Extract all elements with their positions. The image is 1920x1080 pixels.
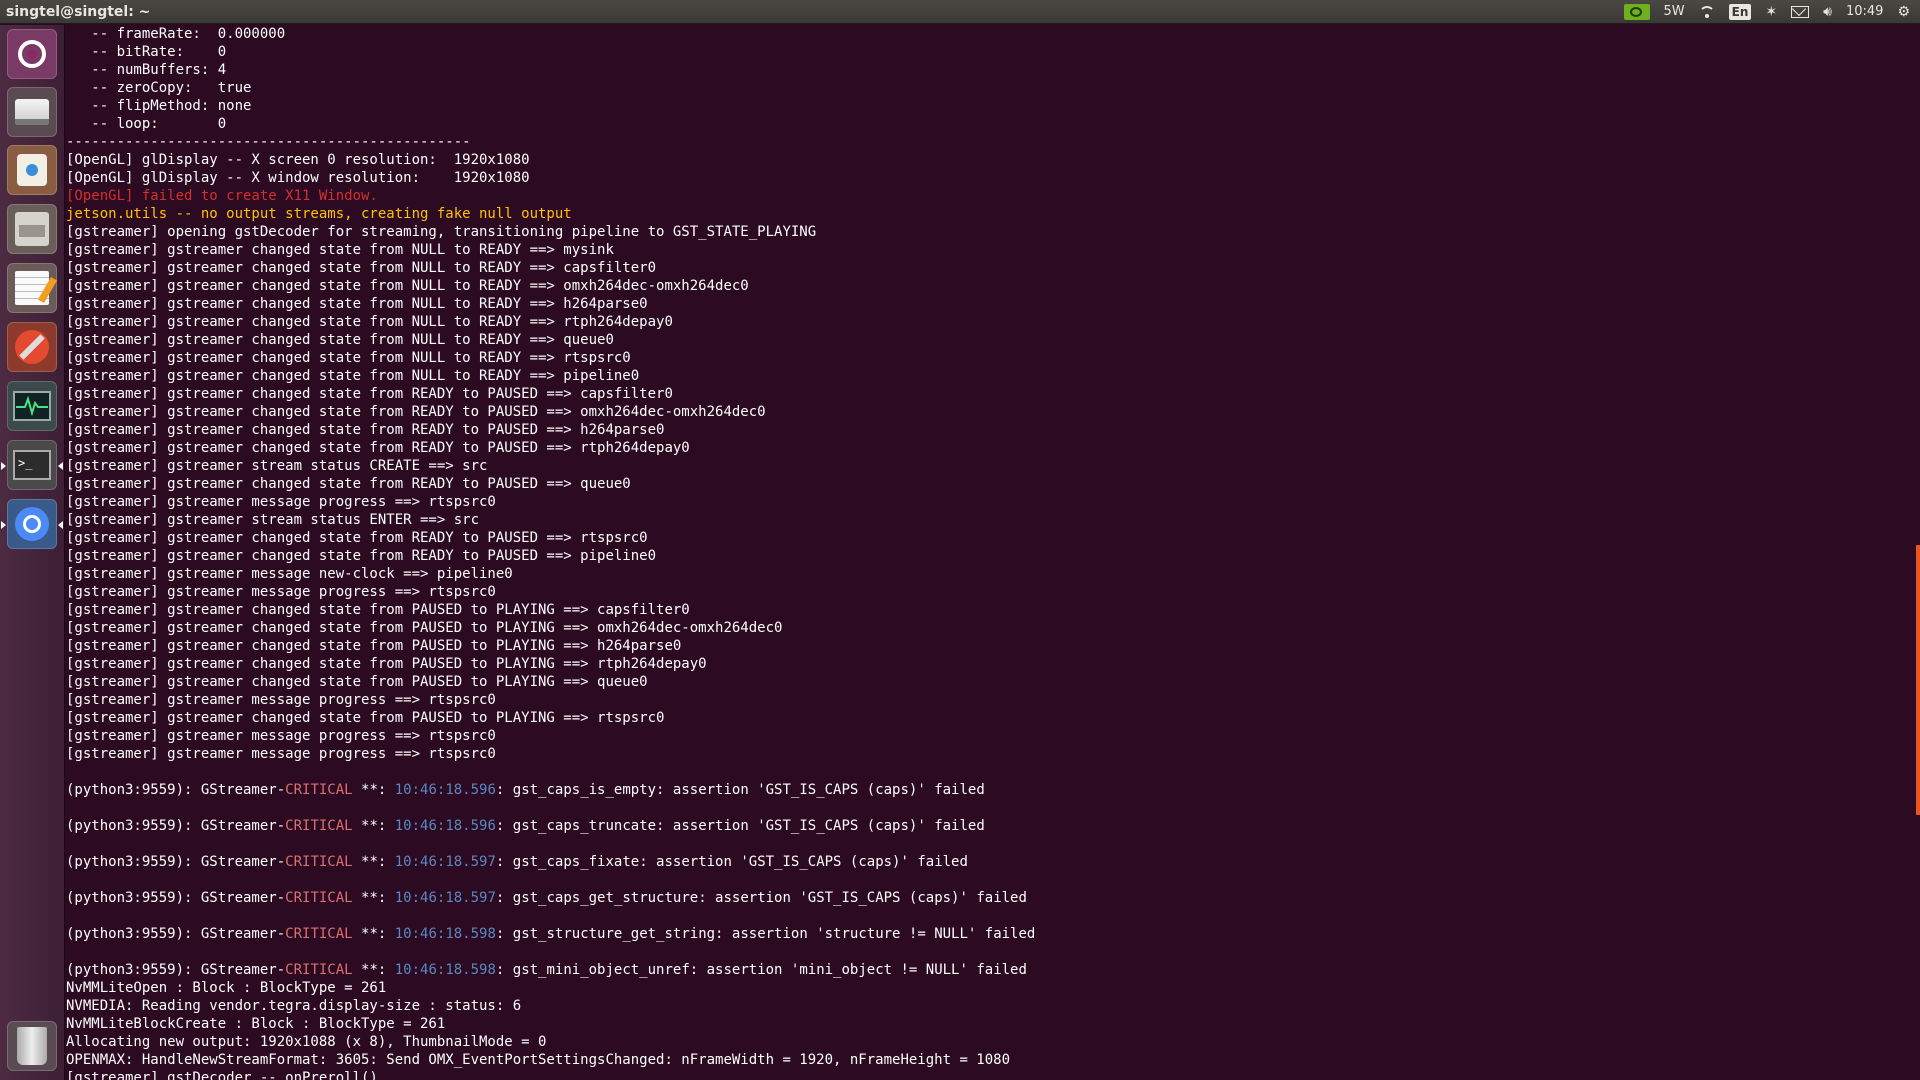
terminal-line: [gstreamer] gstreamer changed state from… [66, 368, 640, 384]
launcher-item-system-settings[interactable] [7, 322, 57, 372]
launcher-item-files[interactable] [7, 87, 57, 137]
launcher-item-terminal[interactable]: >_ [1, 440, 63, 490]
terminal-line: Allocating new output: 1920x1088 (x 8), … [66, 1034, 547, 1050]
terminal-line: [gstreamer] gstreamer message progress =… [66, 584, 496, 600]
terminal-line: -- frameRate: 0.000000 [66, 26, 286, 42]
launcher-item-trash[interactable] [7, 1021, 57, 1071]
terminal-line: [gstreamer] gstreamer changed state from… [66, 386, 673, 402]
terminal-line: [gstreamer] gstreamer message progress =… [66, 692, 496, 708]
window-title: singtel@singtel: ~ [6, 3, 151, 20]
terminal-line: OPENMAX: HandleNewStreamFormat: 3605: Se… [66, 1052, 1011, 1068]
top-panel: singtel@singtel: ~ 5W En ✶ 🔊︎ 10:49 ⚙ [0, 0, 1920, 24]
terminal-line: (python3:9559): GStreamer-CRITICAL **: 1… [66, 962, 1027, 978]
chromium-icon [15, 507, 49, 541]
terminal-line: [gstreamer] gstreamer changed state from… [66, 656, 707, 672]
terminal-line: [gstreamer] gstreamer stream status CREA… [66, 458, 488, 474]
power-mode-label[interactable]: 5W [1664, 4, 1685, 19]
terminal-line: [gstreamer] gstreamer message progress =… [66, 728, 496, 744]
terminal-line: [gstreamer] gstreamer message progress =… [66, 746, 496, 762]
terminal-line: [gstreamer] gstreamer changed state from… [66, 530, 648, 546]
terminal-line: (python3:9559): GStreamer-CRITICAL **: 1… [66, 818, 985, 834]
terminal-line: NvMMLiteOpen : Block : BlockType = 261 [66, 980, 387, 996]
terminal-line: [gstreamer] gstreamer changed state from… [66, 620, 783, 636]
clock[interactable]: 10:49 [1846, 4, 1883, 19]
terminal-line: [gstreamer] gstreamer changed state from… [66, 296, 648, 312]
terminal-line: [gstreamer] gstreamer changed state from… [66, 440, 690, 456]
launcher-item-text-editor[interactable] [7, 263, 57, 313]
volume-icon[interactable]: 🔊︎ [1823, 4, 1832, 20]
terminal-line: [gstreamer] opening gstDecoder for strea… [66, 224, 817, 240]
gear-icon[interactable]: ⚙ [1897, 4, 1910, 20]
terminal-lines: -- frameRate: 0.000000 -- bitRate: 0 -- … [66, 25, 1035, 1080]
terminal-line: [gstreamer] gstreamer message new-clock … [66, 566, 513, 582]
terminal-line: [gstreamer] gstreamer changed state from… [66, 710, 665, 726]
terminal-line: [gstreamer] gstDecoder -- onPreroll() [66, 1070, 378, 1080]
ubuntu-logo-icon [18, 40, 46, 68]
terminal-line: -- flipMethod: none [66, 98, 252, 114]
wifi-icon[interactable] [1698, 4, 1715, 20]
terminal-line: [gstreamer] gstreamer changed state from… [66, 242, 614, 258]
launcher-item-file-cabinet[interactable] [7, 204, 57, 254]
terminal-line: [OpenGL] glDisplay -- X window resolutio… [66, 170, 530, 186]
terminal-line: [gstreamer] gstreamer changed state from… [66, 260, 657, 276]
settings-tools-icon [15, 330, 49, 364]
keyboard-layout-indicator[interactable]: En [1728, 3, 1752, 20]
terminal-line: NVMEDIA: Reading vendor.tegra.display-si… [66, 998, 522, 1014]
terminal-line: (python3:9559): GStreamer-CRITICAL **: 1… [66, 854, 968, 870]
launcher-item-system-monitor[interactable] [7, 381, 57, 431]
system-tray: 5W En ✶ 🔊︎ 10:49 ⚙ [1623, 3, 1920, 20]
terminal-line: [gstreamer] gstreamer stream status ENTE… [66, 512, 480, 528]
terminal-scrollbar[interactable] [1916, 545, 1920, 815]
terminal-line: [gstreamer] gstreamer changed state from… [66, 548, 657, 564]
terminal-line: [gstreamer] gstreamer changed state from… [66, 278, 749, 294]
cabinet-icon [15, 212, 49, 246]
terminal-line: -- loop: 0 [66, 116, 227, 132]
terminal-line: -- numBuffers: 4 [66, 62, 227, 78]
terminal-line: (python3:9559): GStreamer-CRITICAL **: 1… [66, 782, 985, 798]
launcher-item-chromium[interactable] [1, 499, 63, 549]
terminal-line: (python3:9559): GStreamer-CRITICAL **: 1… [66, 890, 1027, 906]
terminal-line: NvMMLiteBlockCreate : Block : BlockType … [66, 1016, 446, 1032]
terminal-line: jetson.utils -- no output streams, creat… [66, 206, 572, 222]
nvidia-power-icon[interactable] [1623, 3, 1650, 20]
drive-icon [15, 99, 49, 125]
terminal-line: [gstreamer] gstreamer changed state from… [66, 674, 648, 690]
terminal-line: [gstreamer] gstreamer changed state from… [66, 404, 766, 420]
terminal-line: [gstreamer] gstreamer changed state from… [66, 350, 631, 366]
terminal-line: -- zeroCopy: true [66, 80, 252, 96]
terminal-line: -- bitRate: 0 [66, 44, 227, 60]
terminal-output[interactable]: -- frameRate: 0.000000 -- bitRate: 0 -- … [65, 25, 1920, 1080]
terminal-line: [gstreamer] gstreamer changed state from… [66, 332, 614, 348]
terminal-line: ----------------------------------------… [66, 134, 471, 150]
terminal-line: (python3:9559): GStreamer-CRITICAL **: 1… [66, 926, 1036, 942]
notepad-icon [15, 271, 49, 305]
terminal-line: [OpenGL] failed to create X11 Window. [66, 188, 378, 204]
mail-icon[interactable] [1791, 5, 1810, 18]
terminal-line: [gstreamer] gstreamer changed state from… [66, 638, 682, 654]
bluetooth-icon[interactable]: ✶ [1765, 4, 1777, 20]
terminal-line: [gstreamer] gstreamer changed state from… [66, 602, 690, 618]
launcher: >_ [0, 25, 65, 1080]
launcher-item-software[interactable] [7, 145, 57, 195]
trash-icon [17, 1027, 47, 1065]
terminal-line: [gstreamer] gstreamer changed state from… [66, 314, 673, 330]
terminal-line: [gstreamer] gstreamer changed state from… [66, 422, 665, 438]
terminal-line: [gstreamer] gstreamer message progress =… [66, 494, 496, 510]
terminal-icon: >_ [13, 450, 51, 480]
terminal-line: [gstreamer] gstreamer changed state from… [66, 476, 631, 492]
launcher-item-dash[interactable] [7, 29, 57, 79]
shopping-bag-icon [17, 154, 47, 186]
system-monitor-icon [13, 391, 51, 421]
terminal-line: [OpenGL] glDisplay -- X screen 0 resolut… [66, 152, 530, 168]
